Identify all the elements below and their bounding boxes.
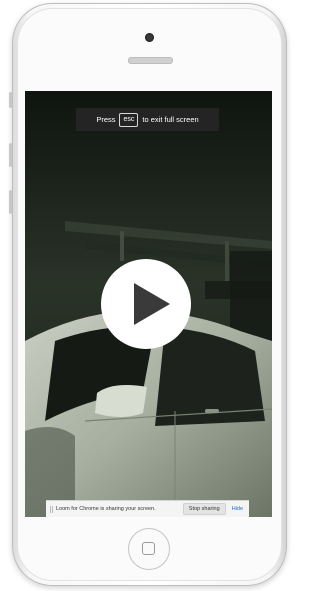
earpiece-speaker [128, 57, 173, 64]
home-button[interactable] [128, 528, 170, 570]
esc-key-badge: esc [119, 112, 139, 127]
hide-link[interactable]: Hide [232, 506, 243, 512]
share-message: Loom for Chrome is sharing your screen. [56, 506, 156, 512]
mockup-stage: Press esc to exit full screen Loom for C… [0, 0, 296, 591]
fullscreen-notice-prefix: Press [96, 115, 116, 124]
home-square-icon [142, 542, 155, 555]
mute-switch [9, 92, 12, 108]
volume-up-button [9, 143, 12, 167]
stop-sharing-button[interactable]: Stop sharing [182, 503, 226, 515]
volume-down-button [9, 190, 12, 214]
fullscreen-notice: Press esc to exit full screen [76, 108, 219, 131]
drag-handle-icon[interactable] [50, 505, 51, 513]
front-camera [145, 33, 154, 42]
play-icon [134, 283, 170, 325]
video-player[interactable]: Press esc to exit full screen [25, 91, 272, 517]
screen-share-bar: Loom for Chrome is sharing your screen. … [46, 500, 249, 517]
fullscreen-notice-suffix: to exit full screen [142, 115, 199, 124]
play-button[interactable] [101, 259, 191, 349]
